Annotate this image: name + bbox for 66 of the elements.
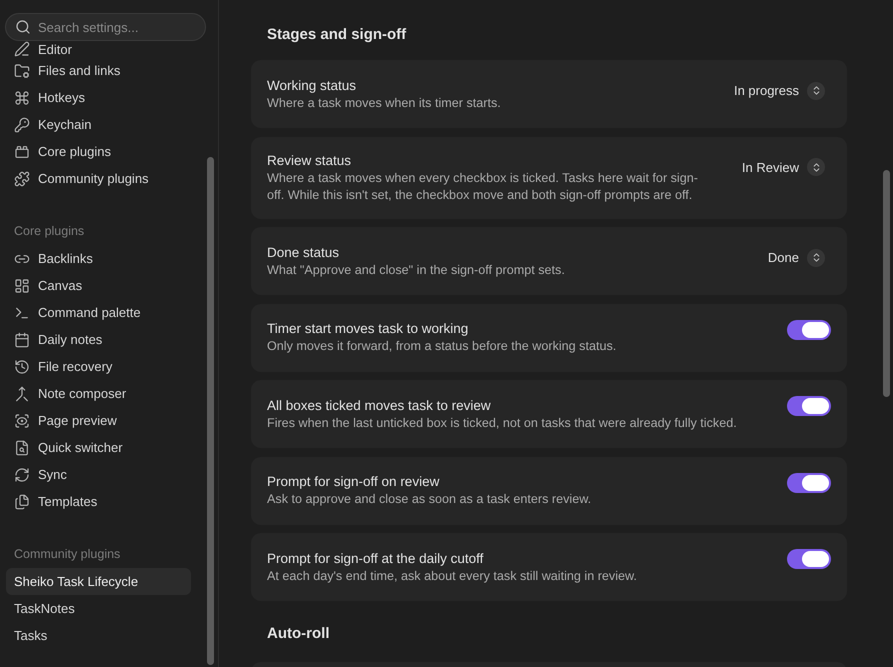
sidebar-item[interactable]: Daily notes (6, 326, 191, 353)
sidebar-item[interactable]: Community plugins (6, 165, 191, 192)
grid-icon (14, 278, 30, 294)
history-icon (14, 358, 30, 374)
command-key-icon (14, 90, 30, 106)
files-icon (14, 494, 30, 510)
scrollbar-thumb[interactable] (207, 157, 214, 665)
setting-title: Timer start moves task to working (267, 320, 468, 338)
sidebar-item[interactable]: Files and links (6, 57, 191, 84)
merge-icon (14, 386, 30, 402)
eye-icon (14, 412, 30, 428)
setting-title: All boxes ticked moves task to review (267, 396, 491, 414)
puzzle-icon (14, 170, 30, 186)
setting-title: Working status (267, 76, 356, 94)
sidebar-item[interactable]: Templates (6, 488, 191, 515)
section-heading: Stages and sign-off (266, 24, 408, 45)
sidebar-item[interactable]: Sheiko Task Lifecycle (6, 568, 191, 595)
sidebar-item[interactable]: Backlinks (6, 245, 191, 272)
sidebar-item[interactable]: TaskNotes (6, 595, 191, 622)
file-search-icon (14, 440, 30, 456)
sidebar-item[interactable]: Page preview (6, 407, 191, 434)
calendar-icon (14, 332, 30, 348)
search-field[interactable]: Search settings... (5, 13, 206, 41)
status-dropdown[interactable]: In progress (734, 81, 825, 100)
sidebar-item[interactable]: Hotkeys (6, 84, 191, 111)
folder-gear-icon (14, 62, 30, 78)
status-dropdown[interactable]: In Review (742, 158, 825, 177)
sidebar-item[interactable]: Tasks (6, 622, 191, 649)
sidebar-item[interactable]: Note composer (6, 380, 191, 407)
chevrons-up-down-icon (807, 82, 825, 100)
scrollbar-thumb[interactable] (883, 170, 890, 397)
sync-icon (14, 466, 30, 482)
setting-description: Where a task moves when every checkbox is ticked. Tasks here wait for sign-off. While this isn't set, the checkbox move and both sign-off prompts are off. (267, 170, 699, 204)
toggle-switch[interactable] (787, 549, 831, 569)
chevrons-up-down-icon (807, 248, 825, 267)
chevrons-up-down-icon (807, 158, 825, 176)
setting-title: Prompt for sign-off on review (267, 473, 440, 491)
key-icon (14, 116, 30, 132)
toggle-switch[interactable] (787, 472, 831, 492)
sidebar-item[interactable]: File recovery (6, 353, 191, 380)
setting-description: At each day's end time, ask about every task still waiting in review. (267, 568, 637, 584)
sidebar-heading: Community plugins (13, 546, 122, 564)
sidebar-item[interactable]: Core plugins (6, 138, 191, 165)
terminal-icon (14, 304, 30, 320)
setting-description: Only moves it forward, from a status before the working status. (267, 338, 616, 355)
sidebar-item[interactable]: Sync (6, 461, 191, 488)
setting-description: Fires when the last unticked box is ticked, not on tasks that were already fully ticked. (267, 414, 737, 432)
sidebar-heading: Core plugins (13, 223, 86, 240)
setting-description: What "Approve and close" in the sign-off prompt sets. (267, 262, 565, 278)
toggle-switch[interactable] (787, 320, 831, 340)
pen-line-icon (14, 41, 30, 57)
setting-title: Review status (267, 152, 352, 170)
setting-title: Done status (267, 244, 340, 262)
sidebar-item[interactable]: Command palette (6, 299, 191, 326)
sidebar-item[interactable]: Editor (6, 41, 191, 57)
setting-description: Ask to approve and close as soon as a task enters review. (267, 491, 592, 508)
setting-title: Prompt for sign-off at the daily cutoff (267, 550, 484, 568)
setting-description: Where a task moves when its timer starts. (267, 94, 501, 112)
search-icon (15, 19, 31, 35)
toggle-switch[interactable] (787, 396, 831, 416)
sidebar-item[interactable]: Keychain (6, 111, 191, 138)
sidebar-item[interactable]: Canvas (6, 272, 191, 299)
status-dropdown[interactable]: Done (768, 248, 825, 268)
sidebar-item[interactable]: Quick switcher (6, 434, 191, 461)
brick-icon (14, 144, 30, 160)
section-heading: Auto-roll (266, 624, 330, 644)
